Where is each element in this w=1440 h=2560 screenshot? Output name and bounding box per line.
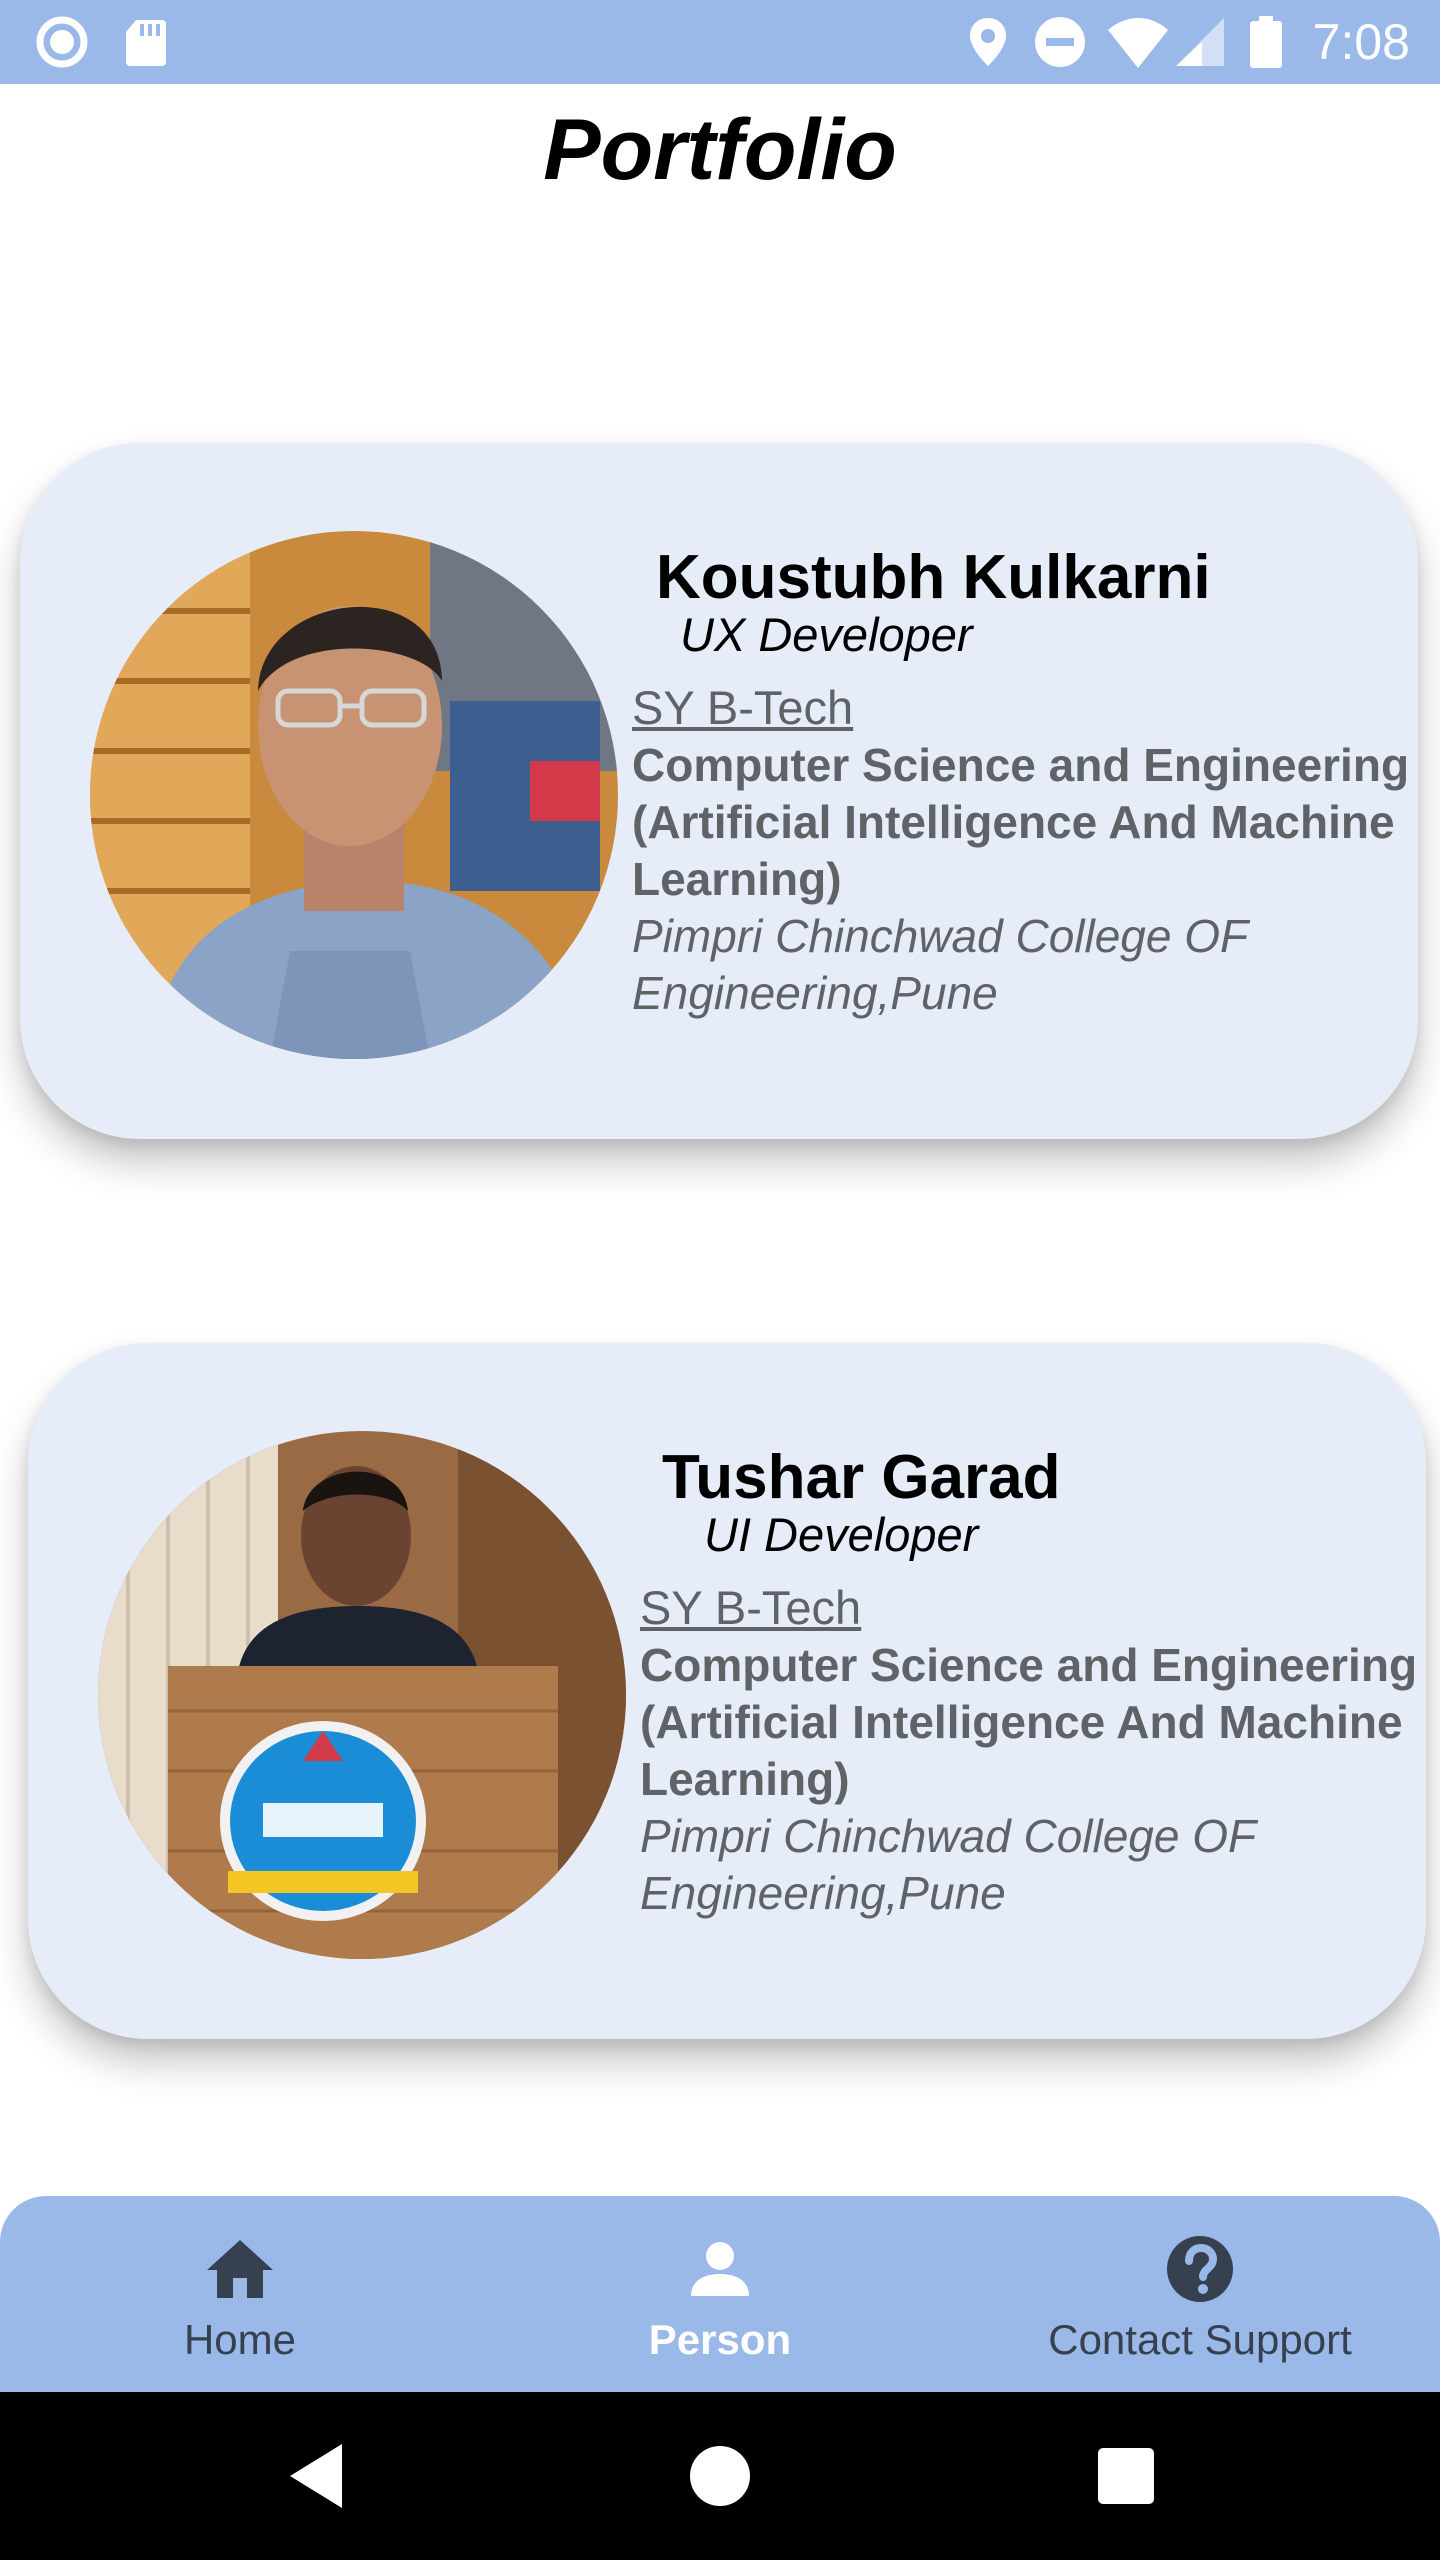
nav-label-person: Person: [648, 2316, 792, 2363]
signal-icon: [1176, 18, 1224, 66]
profile-details: SY B-Tech Computer Science and Engineeri…: [640, 1579, 1440, 1922]
recents-icon[interactable]: [1086, 2436, 1166, 2516]
profile-role: UI Developer: [704, 1508, 979, 1561]
profile-card[interactable]: Koustubh Kulkarni UX Developer SY B-Tech…: [20, 443, 1418, 1139]
profile-role: UX Developer: [680, 608, 973, 661]
help-icon: [1167, 2236, 1233, 2302]
profile-details: SY B-Tech Computer Science and Engineeri…: [632, 679, 1432, 1022]
profile-card[interactable]: Tushar Garad UI Developer SY B-Tech Comp…: [28, 1343, 1426, 2039]
nav-item-person[interactable]: Person: [560, 2196, 880, 2392]
profile-branch: Computer Science and Engineering (Artifi…: [640, 1639, 1418, 1805]
wifi-icon: [1108, 18, 1168, 68]
status-time: 7:08: [1312, 14, 1410, 70]
back-icon[interactable]: [280, 2436, 360, 2516]
profile-name: Koustubh Kulkarni: [656, 543, 1211, 612]
profile-college: Pimpri Chinchwad College OF Engineering,…: [632, 910, 1248, 1019]
nav-label-home: Home: [183, 2316, 297, 2363]
home-button-icon[interactable]: [680, 2436, 760, 2516]
nav-item-home[interactable]: Home: [80, 2196, 400, 2392]
person-icon: [691, 2242, 749, 2296]
profile-college: Pimpri Chinchwad College OF Engineering,…: [640, 1810, 1256, 1919]
location-icon: [970, 18, 1006, 66]
bottom-navigation: Home Person Contact Support: [0, 2196, 1440, 2392]
nav-item-contact-support[interactable]: Contact Support: [1000, 2196, 1400, 2392]
status-bar: 7:08: [0, 0, 1440, 84]
profile-branch: Computer Science and Engineering (Artifi…: [632, 739, 1410, 905]
nav-label-contact-support: Contact Support: [1048, 2316, 1352, 2363]
system-navigation-bar: [0, 2392, 1440, 2560]
profile-photo: [98, 1431, 626, 1959]
page-title: Portfolio: [543, 102, 897, 198]
record-icon: [36, 16, 88, 68]
sd-card-icon: [126, 20, 166, 66]
home-icon: [207, 2240, 273, 2298]
profile-year[interactable]: SY B-Tech: [632, 679, 1432, 737]
do-not-disturb-icon: [1035, 17, 1085, 67]
profile-year[interactable]: SY B-Tech: [640, 1579, 1440, 1637]
battery-icon: [1250, 16, 1282, 68]
profile-photo: [90, 531, 618, 1059]
profile-name: Tushar Garad: [662, 1443, 1061, 1512]
